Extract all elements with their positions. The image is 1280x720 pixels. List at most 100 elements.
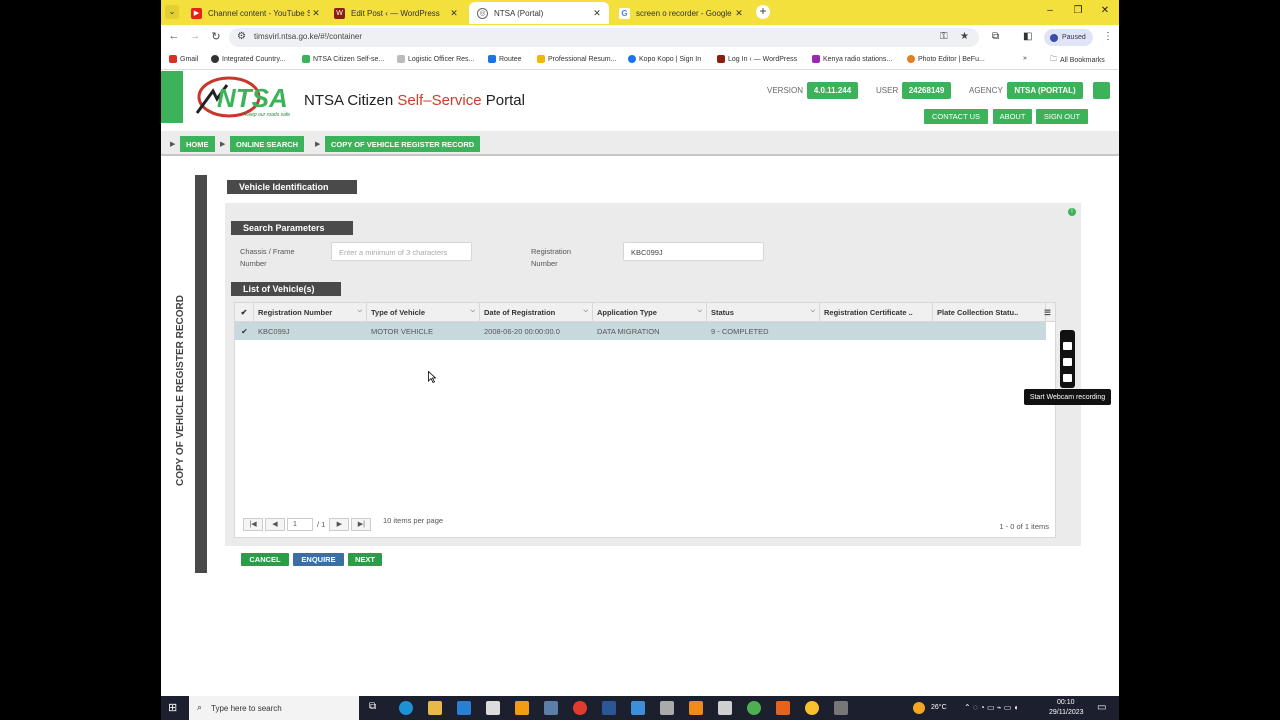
video-icon[interactable] [1063,358,1072,366]
camera-icon[interactable] [1063,342,1072,350]
app-icon[interactable] [747,701,761,715]
more-bookmarks-icon[interactable]: » [1023,55,1027,62]
task-view-icon[interactable]: ⧉ [369,701,383,715]
bookmark-item[interactable]: Kopo Kopo | Sign In [628,55,701,63]
filter-icon[interactable]: ⌵ [810,308,815,315]
next-button[interactable]: NEXT [348,553,382,566]
page-input[interactable]: 1 [287,517,313,531]
bookmark-item[interactable]: Log In ‹ — WordPress [717,55,797,63]
column-header[interactable]: Application Type ⌵ [593,303,707,322]
bookmark-item[interactable]: Professional Resum... [537,55,616,63]
close-icon[interactable]: ✕ [591,8,603,19]
breadcrumb-current[interactable]: COPY OF VEHICLE REGISTER RECORD [325,136,481,152]
first-page-icon[interactable]: |◀ [243,517,263,531]
tab-ntsa[interactable]: ◎ NTSA (Portal) ✕ [469,2,609,24]
column-header[interactable]: Type of Vehicle ⌵ [367,303,480,322]
contact-us-button[interactable]: CONTACT US [924,109,988,124]
column-header[interactable]: Plate Collection Statu.. [933,303,1046,322]
tab-youtube[interactable]: ▶ Channel content - YouTube Stu ✕ [183,2,328,24]
close-window-icon[interactable]: ✕ [1098,5,1112,16]
clock-date[interactable]: 29/11/2023 [1049,709,1084,716]
edge-icon[interactable] [399,701,413,715]
forward-icon[interactable]: → [188,30,202,42]
last-page-icon[interactable]: ▶| [351,517,372,531]
row-checkbox[interactable]: ✔ [235,322,254,340]
close-icon[interactable]: ✕ [448,8,460,19]
column-menu-icon[interactable]: ☰ [1040,303,1055,322]
file-explorer-icon[interactable] [428,701,442,715]
column-header[interactable]: Date of Registration ⌵ [480,303,593,322]
select-all-checkbox[interactable]: ✔ [235,303,254,322]
menu-kebab-icon[interactable]: ⋮ [1103,31,1113,42]
windows-start-icon[interactable]: ⊞ [168,701,182,715]
app-icon[interactable] [544,701,558,715]
close-icon[interactable]: ✕ [310,8,322,19]
column-header[interactable]: Registration Number ⌵ [254,303,367,322]
opera-icon[interactable] [573,701,587,715]
bookmark-item[interactable]: Integrated Country... [211,55,285,63]
tab-google[interactable]: G screen o recorder - Google Sea ✕ [611,2,751,24]
bookmark-item[interactable]: Kenya radio stations... [812,55,892,63]
notification-icon[interactable]: ▭ [1097,702,1106,713]
tab-search-button[interactable]: ⌄ [165,5,179,19]
search-app-icon[interactable] [515,701,529,715]
bookmark-item[interactable]: NTSA Citizen Self-se... [302,55,384,63]
temperature[interactable]: 26°C [931,704,947,711]
app-icon[interactable] [631,701,645,715]
word-icon[interactable] [602,701,616,715]
site-info-icon[interactable]: ⚙ [237,31,246,42]
tray-icons[interactable]: ⌃ ◌ ◔ ▭ ⌁ ▭ ◖ [964,703,1018,712]
sign-out-button[interactable]: SIGN OUT [1036,109,1088,124]
minimize-icon[interactable]: – [1043,5,1057,16]
restore-icon[interactable]: ❐ [1071,5,1085,16]
version-badge: 4.0.11.244 [807,82,858,99]
bookmark-item[interactable]: Logistic Officer Res... [397,55,474,63]
app-icon[interactable] [776,701,790,715]
enquire-button[interactable]: ENQUIRE [293,553,344,566]
info-icon[interactable]: ! [1068,208,1076,216]
bookmark-item[interactable]: Photo Editor | BeFu... [907,55,985,63]
breadcrumb-online-search[interactable]: ONLINE SEARCH [230,136,305,152]
chassis-input[interactable]: Enter a minimum of 3 characters [331,242,472,261]
address-bar[interactable]: ⚙ timsvirl.ntsa.go.ke/#!/container ⚿ ★ [229,28,979,47]
vlc-icon[interactable] [689,701,703,715]
mail-icon[interactable] [457,701,471,715]
reload-icon[interactable]: ↻ [209,30,223,43]
taskbar-search[interactable]: ⌕ Type here to search [189,696,359,720]
weather-icon[interactable] [913,702,925,714]
bookmark-item[interactable]: Routee [488,55,522,63]
filter-icon[interactable]: ⌵ [357,308,362,315]
filter-icon[interactable]: ⌵ [697,308,702,315]
new-tab-button[interactable]: + [756,5,770,19]
side-panel-icon[interactable]: ◧ [1023,31,1032,42]
table-row[interactable]: ✔ KBC099J MOTOR VEHICLE 2008-06-20 00:00… [235,322,1046,340]
extensions-icon[interactable]: ⧉ [992,31,999,42]
calculator-icon[interactable] [718,701,732,715]
clock-time[interactable]: 00:10 [1057,699,1075,706]
filter-icon[interactable]: ⌵ [583,308,588,315]
column-header[interactable]: Status ⌵ [707,303,820,322]
chrome-icon[interactable] [805,701,819,715]
cancel-button[interactable]: CANCEL [241,553,289,566]
profile-button[interactable]: Paused [1044,29,1093,46]
close-icon[interactable]: ✕ [733,8,745,19]
about-button[interactable]: ABOUT [993,109,1032,124]
webcam-icon[interactable] [1063,374,1072,382]
back-icon[interactable]: ← [167,30,181,42]
tab-wordpress[interactable]: W Edit Post ‹ — WordPress ✕ [326,2,466,24]
all-bookmarks[interactable]: 🗀 All Bookmarks [1050,55,1105,66]
items-per-page[interactable]: 10 items per page [383,516,443,525]
app-icon[interactable] [834,701,848,715]
prev-page-icon[interactable]: ◀ [265,517,285,531]
app-icon[interactable] [660,701,674,715]
bookmark-item[interactable]: Gmail [169,55,198,63]
header-extra-badge[interactable] [1093,82,1110,99]
store-icon[interactable] [486,701,500,715]
filter-icon[interactable]: ⌵ [470,308,475,315]
breadcrumb-home[interactable]: HOME [180,136,215,152]
column-header[interactable]: Registration Certificate .. [820,303,933,322]
bookmark-star-icon[interactable]: ★ [960,31,969,42]
next-page-icon[interactable]: ▶ [329,517,350,531]
registration-input[interactable]: KBC099J [623,242,764,261]
password-key-icon[interactable]: ⚿ [940,31,948,42]
